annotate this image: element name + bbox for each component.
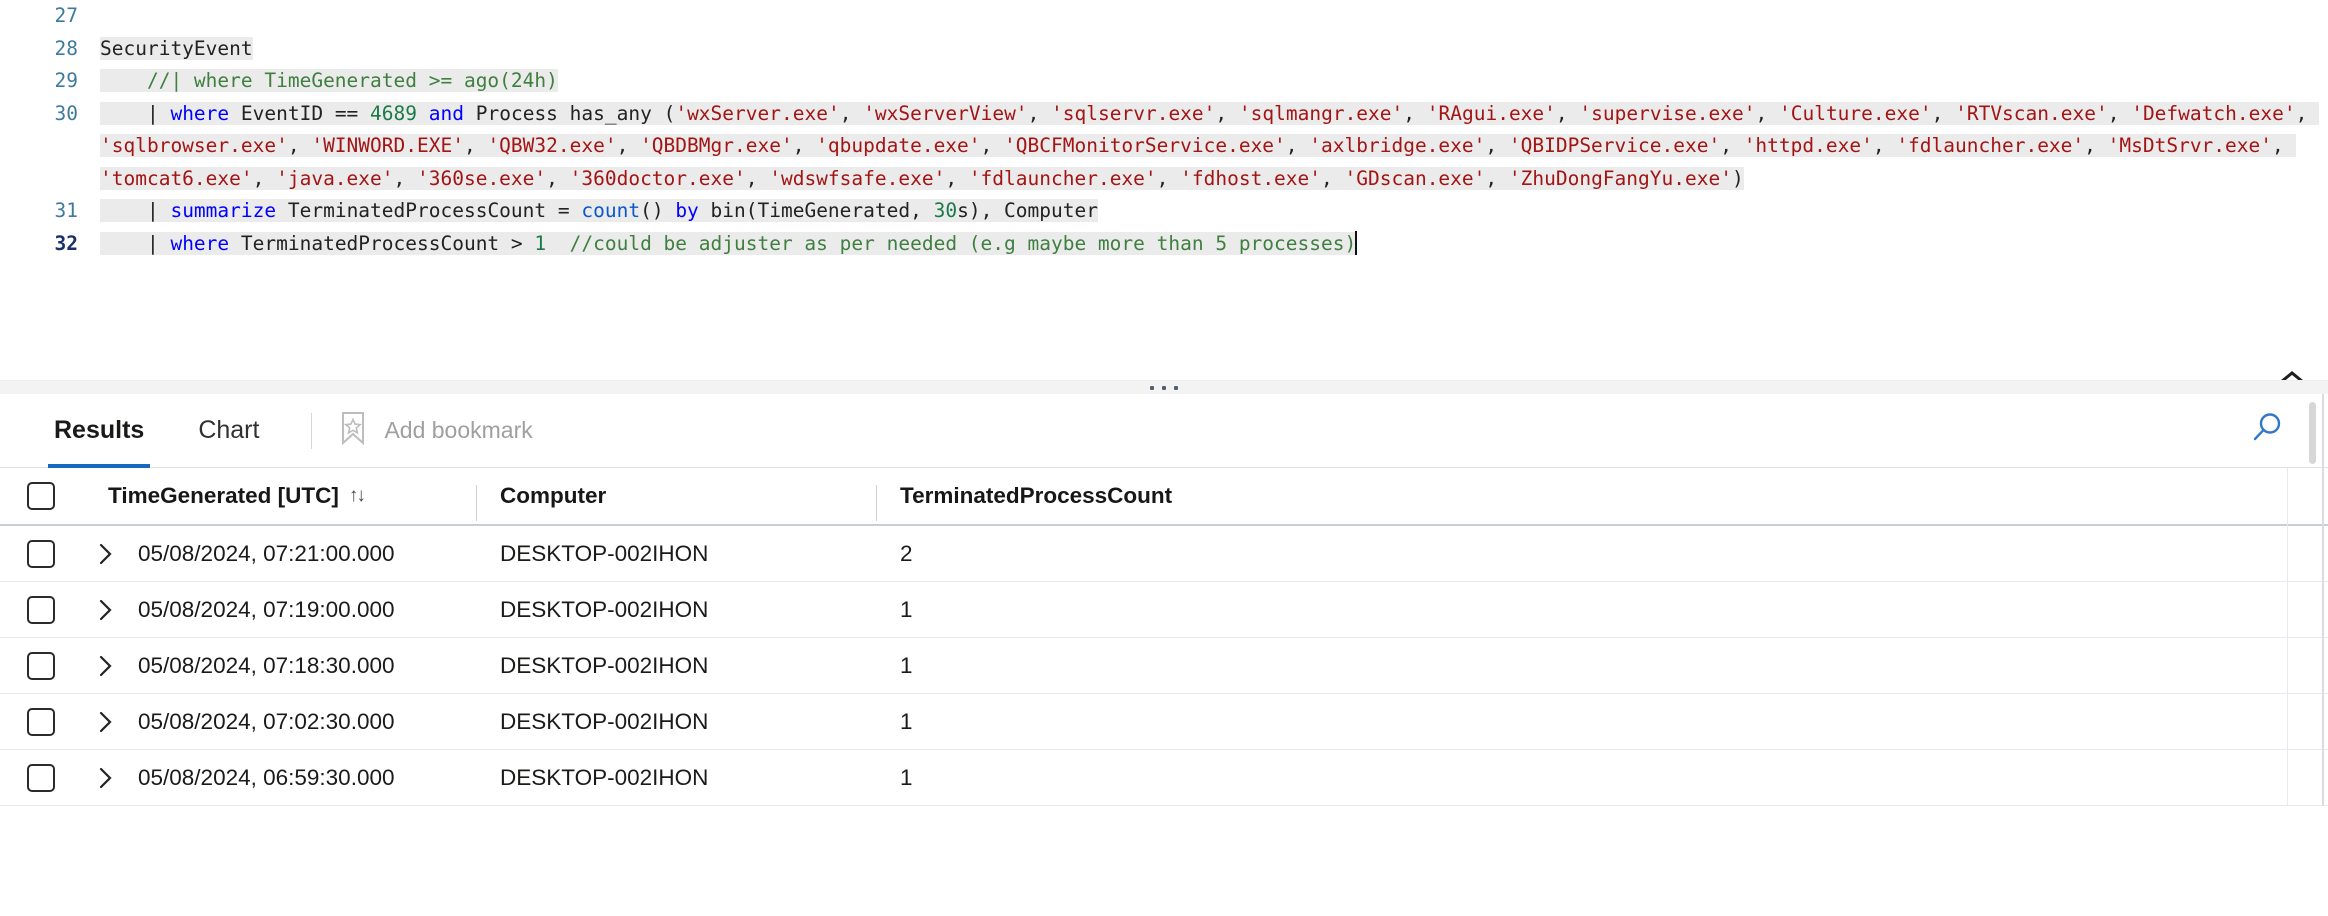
code-selection: //| where TimeGenerated >= ago(24h) bbox=[100, 69, 558, 92]
search-results-button[interactable] bbox=[2246, 410, 2288, 452]
results-tabbar: Results Chart Add bookmark bbox=[0, 394, 2328, 468]
code-text-29[interactable]: //| where TimeGenerated >= ago(24h) bbox=[96, 65, 2328, 98]
cell-terminatedprocesscount: 1 bbox=[900, 652, 913, 678]
row-expand-button[interactable] bbox=[82, 709, 130, 735]
code-line-27[interactable]: 27 bbox=[0, 0, 2328, 33]
line-number-31: 31 bbox=[54, 199, 78, 222]
row-select-cell bbox=[0, 707, 82, 736]
cell-timegenerated: 05/08/2024, 07:21:00.000 bbox=[138, 540, 395, 566]
cell-terminatedprocesscount: 1 bbox=[900, 596, 913, 622]
row-expand-button[interactable] bbox=[82, 653, 130, 679]
chevron-right-icon bbox=[99, 655, 112, 676]
row-expand-button[interactable] bbox=[82, 765, 130, 791]
column-header-computer-label: Computer bbox=[500, 483, 607, 508]
code-line-30[interactable]: 30 | where EventID == 4689 and Process h… bbox=[0, 98, 2328, 196]
row-select-cell bbox=[0, 595, 82, 624]
chevron-right-icon bbox=[99, 767, 112, 788]
header-scrollbar-thumb[interactable] bbox=[2309, 402, 2316, 464]
tab-results-label: Results bbox=[54, 416, 145, 444]
cell-terminatedprocesscount: 2 bbox=[900, 540, 913, 566]
column-header-terminatedprocesscount-label: TerminatedProcessCount bbox=[900, 483, 1173, 508]
code-text-27[interactable] bbox=[96, 0, 2328, 33]
cell-terminatedprocesscount: 1 bbox=[900, 708, 913, 734]
line-number-28: 28 bbox=[54, 36, 78, 60]
table-row[interactable]: 05/08/2024, 07:21:00.000 DESKTOP-002IHON 2 bbox=[0, 526, 2328, 582]
column-header-timegenerated[interactable]: TimeGenerated [UTC] ↑↓ bbox=[82, 483, 500, 509]
column-header-timegenerated-label: TimeGenerated [UTC] bbox=[108, 483, 339, 508]
code-text-28[interactable]: SecurityEvent bbox=[96, 33, 2328, 66]
code-line-31[interactable]: 31 | summarize TerminatedProcessCount = … bbox=[0, 195, 2328, 228]
select-all-checkbox[interactable] bbox=[27, 482, 55, 510]
column-header-terminatedprocesscount[interactable]: TerminatedProcessCount bbox=[876, 483, 2328, 521]
add-bookmark-button[interactable]: Add bookmark bbox=[338, 410, 533, 451]
cell-computer: DESKTOP-002IHON bbox=[500, 652, 709, 678]
cell-timegenerated: 05/08/2024, 07:18:30.000 bbox=[138, 652, 395, 678]
row-select-cell bbox=[0, 539, 82, 568]
cell-timegenerated: 05/08/2024, 06:59:30.000 bbox=[138, 764, 395, 790]
text-caret bbox=[1355, 230, 1358, 255]
row-checkbox[interactable] bbox=[27, 707, 55, 736]
results-panel: Results Chart Add bookmark TimeGenerated… bbox=[0, 394, 2328, 806]
cell-timegenerated: 05/08/2024, 07:02:30.000 bbox=[138, 708, 395, 734]
chevron-double-up-icon bbox=[2277, 370, 2307, 380]
code-text-30[interactable]: | where EventID == 4689 and Process has_… bbox=[96, 98, 2328, 196]
toolbar-divider bbox=[311, 412, 313, 449]
row-expand-button[interactable] bbox=[82, 541, 130, 567]
row-checkbox[interactable] bbox=[27, 595, 55, 624]
cell-computer: DESKTOP-002IHON bbox=[500, 708, 709, 734]
table-row[interactable]: 05/08/2024, 06:59:30.000 DESKTOP-002IHON 1 bbox=[0, 750, 2328, 806]
results-grid: TimeGenerated [UTC] ↑↓ Computer Terminat… bbox=[0, 468, 2328, 806]
code-area[interactable]: 27 28 SecurityEvent 29 //| where TimeGener… bbox=[0, 0, 2328, 260]
code-text-31[interactable]: | summarize TerminatedProcessCount = cou… bbox=[96, 195, 2328, 228]
sort-icon[interactable]: ↑↓ bbox=[349, 485, 366, 507]
collapse-editor-button[interactable] bbox=[2272, 366, 2312, 380]
search-icon bbox=[2248, 409, 2286, 452]
code-line-32[interactable]: 32 | where TerminatedProcessCount > 1 //… bbox=[0, 228, 2328, 261]
tab-chart-label: Chart bbox=[198, 416, 260, 444]
cell-computer: DESKTOP-002IHON bbox=[500, 596, 709, 622]
cell-computer: DESKTOP-002IHON bbox=[500, 540, 709, 566]
row-select-cell bbox=[0, 651, 82, 680]
code-text-32[interactable]: | where TerminatedProcessCount > 1 //cou… bbox=[96, 228, 2328, 261]
select-all-cell bbox=[0, 482, 82, 510]
table-header-row: TimeGenerated [UTC] ↑↓ Computer Terminat… bbox=[0, 468, 2328, 526]
column-header-computer[interactable]: Computer bbox=[476, 483, 900, 521]
tab-chart[interactable]: Chart bbox=[192, 394, 265, 468]
code-line-28[interactable]: 28 SecurityEvent bbox=[0, 33, 2328, 66]
cell-timegenerated: 05/08/2024, 07:19:00.000 bbox=[138, 596, 395, 622]
table-row[interactable]: 05/08/2024, 07:18:30.000 DESKTOP-002IHON 1 bbox=[0, 638, 2328, 694]
code-line-29[interactable]: 29 //| where TimeGenerated >= ago(24h) bbox=[0, 65, 2328, 98]
panel-splitter[interactable] bbox=[0, 380, 2328, 394]
chevron-right-icon bbox=[99, 599, 112, 620]
code-selection: | where EventID == 4689 and Process has_… bbox=[100, 101, 2320, 190]
grid-right-border bbox=[2287, 468, 2288, 806]
code-selection: SecurityEvent bbox=[100, 36, 253, 60]
row-checkbox[interactable] bbox=[27, 539, 55, 568]
tab-results[interactable]: Results bbox=[48, 394, 151, 468]
add-bookmark-label: Add bookmark bbox=[384, 417, 533, 443]
chevron-right-icon bbox=[99, 543, 112, 564]
line-number-27: 27 bbox=[54, 4, 78, 27]
cell-computer: DESKTOP-002IHON bbox=[500, 764, 709, 790]
line-number-30: 30 bbox=[54, 101, 78, 125]
splitter-dots bbox=[1150, 385, 1178, 390]
row-expand-button[interactable] bbox=[82, 597, 130, 623]
row-checkbox[interactable] bbox=[27, 651, 55, 680]
row-select-cell bbox=[0, 763, 82, 792]
results-vertical-scrollbar[interactable] bbox=[2322, 394, 2324, 806]
cell-terminatedprocesscount: 1 bbox=[900, 764, 913, 790]
table-row[interactable]: 05/08/2024, 07:19:00.000 DESKTOP-002IHON 1 bbox=[0, 582, 2328, 638]
line-number-29: 29 bbox=[54, 69, 78, 92]
row-checkbox[interactable] bbox=[27, 763, 55, 792]
table-body: 05/08/2024, 07:21:00.000 DESKTOP-002IHON 2… bbox=[0, 526, 2328, 806]
line-number-32: 32 bbox=[54, 231, 78, 255]
chevron-right-icon bbox=[99, 711, 112, 732]
table-row[interactable]: 05/08/2024, 07:02:30.000 DESKTOP-002IHON 1 bbox=[0, 694, 2328, 750]
code-selection: | summarize TerminatedProcessCount = cou… bbox=[100, 199, 1098, 222]
bookmark-star-icon bbox=[338, 410, 368, 451]
query-editor[interactable]: 27 28 SecurityEvent 29 //| where TimeGener… bbox=[0, 0, 2328, 380]
code-selection: | where TerminatedProcessCount > 1 //cou… bbox=[100, 231, 1357, 255]
